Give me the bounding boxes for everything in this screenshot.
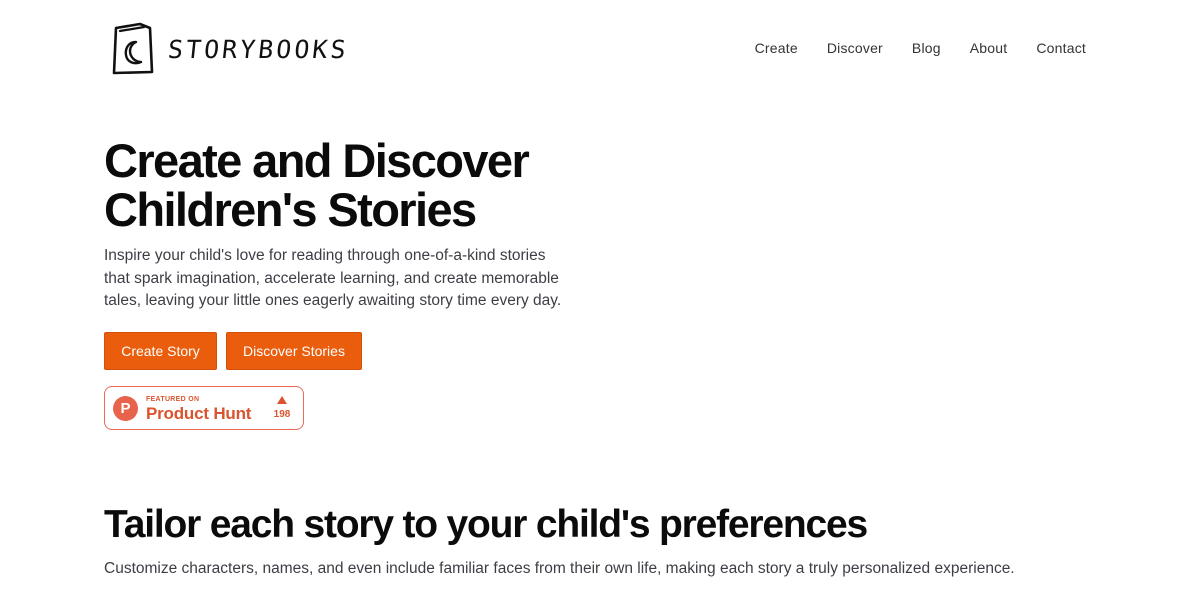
book-moon-icon (112, 22, 154, 75)
hero-title-line-2: Children's Stories (104, 183, 477, 236)
hero-title: Create and Discover Children's Stories (104, 134, 530, 236)
upvote-arrow-icon (277, 396, 287, 404)
upvote-count: 198 (273, 409, 291, 420)
section-description: Customize characters, names, and even in… (104, 560, 1015, 577)
section-title: Tailor each story to your child's prefer… (104, 503, 868, 546)
product-hunt-logo-icon: P (113, 396, 138, 421)
nav-item-discover[interactable]: Discover (827, 40, 883, 56)
product-hunt-featured-label: FEATURED ON (146, 396, 200, 403)
nav-item-blog[interactable]: Blog (912, 40, 941, 56)
hero-description: Inspire your child's love for reading th… (104, 247, 562, 309)
nav-item-about[interactable]: About (970, 40, 1008, 56)
create-story-button[interactable]: Create Story (104, 332, 217, 370)
logo-link[interactable]: STORYBOOKS (110, 22, 351, 76)
product-hunt-badge[interactable]: P FEATURED ON Product Hunt 198 (104, 386, 304, 430)
brand-name: STORYBOOKS (166, 34, 351, 64)
discover-stories-button[interactable]: Discover Stories (226, 332, 362, 370)
product-hunt-name: Product Hunt (146, 404, 252, 423)
hero-title-line-1: Create and Discover (104, 134, 530, 187)
site-header: STORYBOOKS Create Discover Blog About Co… (0, 0, 1200, 100)
nav-item-create[interactable]: Create (755, 40, 798, 56)
nav-item-contact[interactable]: Contact (1036, 40, 1086, 56)
main-nav: Create Discover Blog About Contact (726, 40, 1086, 56)
